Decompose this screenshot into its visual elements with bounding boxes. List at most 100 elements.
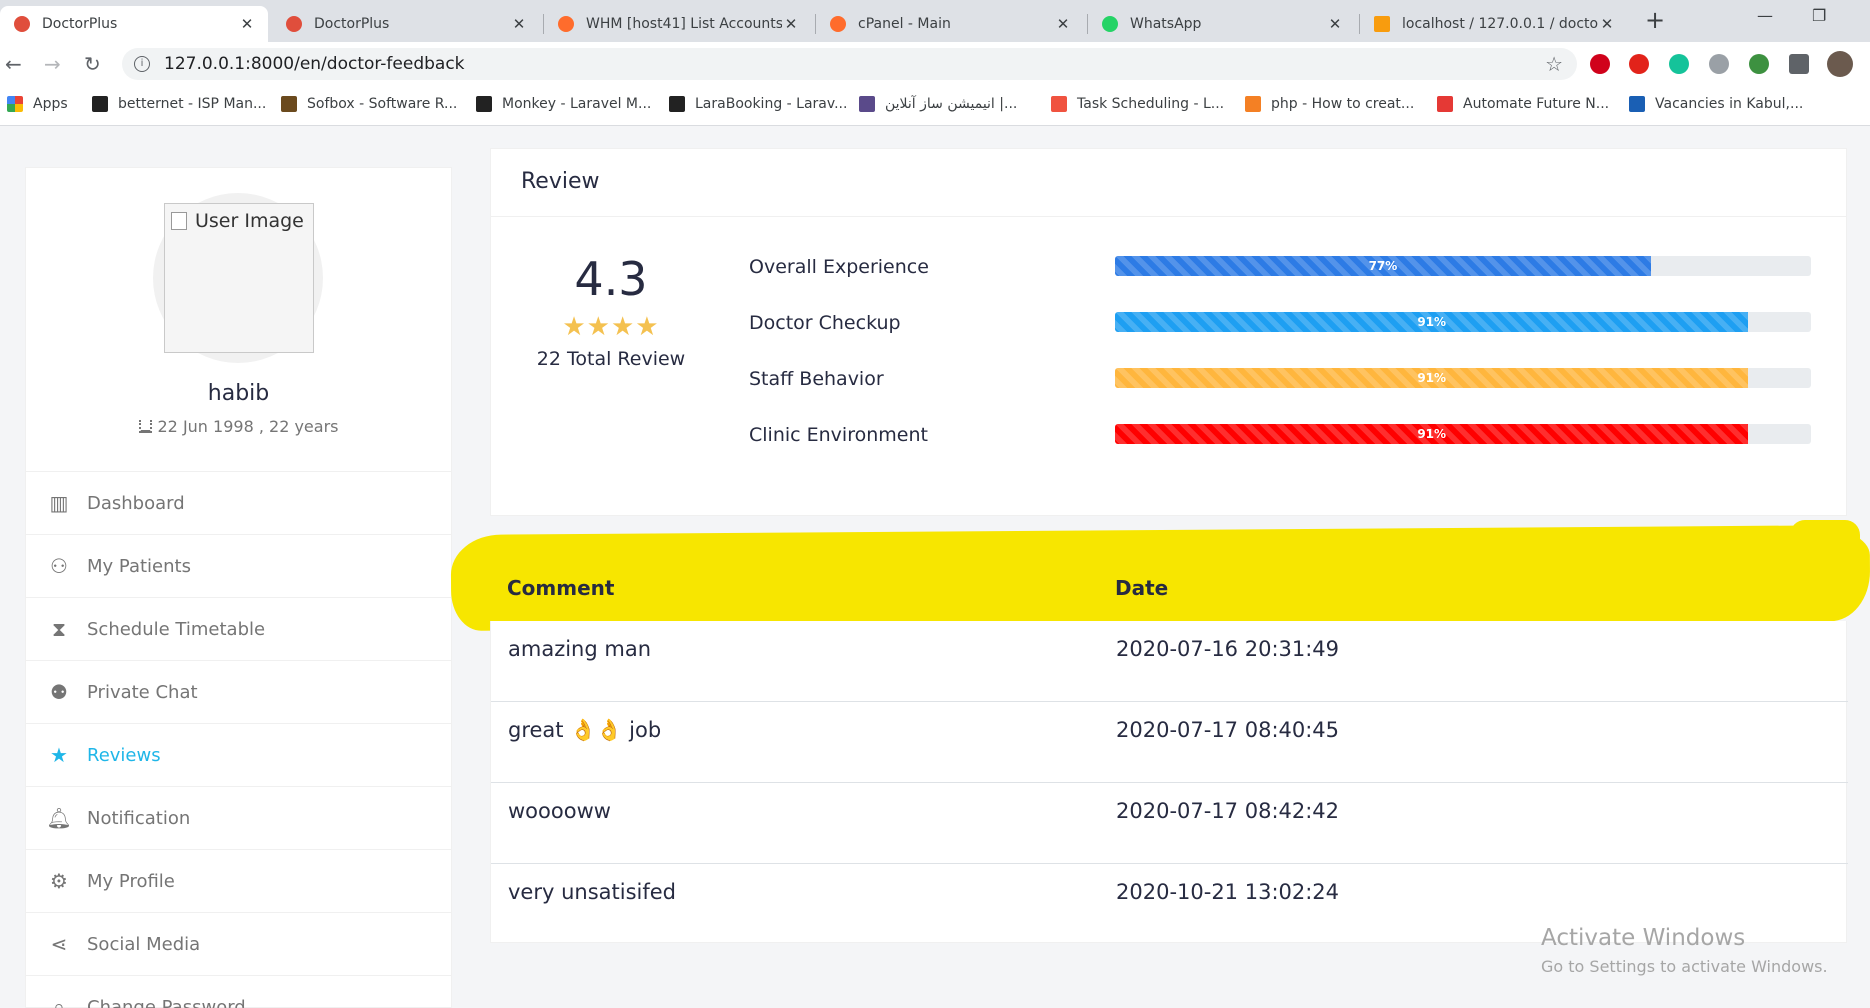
close-tab-icon[interactable]: ✕ <box>1326 15 1344 33</box>
close-tab-icon[interactable]: ✕ <box>510 15 528 33</box>
comment-cell: amazing man <box>508 637 652 661</box>
browser-tab-bar: DoctorPlus ✕ DoctorPlus ✕ WHM [host41] L… <box>0 0 1870 42</box>
close-tab-icon[interactable]: ✕ <box>238 15 256 33</box>
metric-label: Doctor Checkup <box>749 312 901 334</box>
bookmark-label: Monkey - Laravel M... <box>502 96 652 112</box>
bookmark-php-how-to[interactable]: php - How to creat... <box>1245 96 1414 112</box>
table-row: great 👌👌 job 2020-07-17 08:40:45 <box>491 702 1848 783</box>
overall-rating: 4.3 ★★★★ 22 Total Review <box>521 254 701 370</box>
comments-table-body: amazing man 2020-07-16 20:31:49 great 👌👌… <box>490 621 1848 943</box>
profile-name: habib <box>207 381 270 406</box>
browser-tab-whatsapp[interactable]: WhatsApp ✕ <box>1088 6 1356 42</box>
dashboard-sidebar: User Image habib 22 Jun 1998 , 22 years … <box>25 167 452 1008</box>
tab-title: WHM [host41] List Accounts <box>586 16 782 32</box>
browser-tab-whm[interactable]: WHM [host41] List Accounts ✕ <box>544 6 812 42</box>
date-cell: 2020-07-16 20:31:49 <box>1116 637 1340 661</box>
minimize-window-icon[interactable]: — <box>1757 6 1773 25</box>
bookmark-favicon-icon <box>669 96 685 112</box>
close-tab-icon[interactable]: ✕ <box>782 15 800 33</box>
avatar[interactable] <box>1827 51 1853 77</box>
whatsapp-favicon-icon <box>1102 16 1118 32</box>
review-summary-card: Review 4.3 ★★★★ 22 Total Review Overall … <box>490 148 1847 516</box>
globe-icon[interactable] <box>1749 54 1769 74</box>
share-icon: ⋖ <box>50 932 68 956</box>
bookmark-larabooking[interactable]: LaraBooking - Larav... <box>669 96 847 112</box>
sidebar-item-change-password[interactable]: 🔒︎ Change Password <box>26 976 451 1008</box>
bookmark-star-icon[interactable]: ☆ <box>1545 52 1563 76</box>
sidebar-item-dashboard[interactable]: ▥ Dashboard <box>26 472 451 535</box>
sidebar-item-label: My Profile <box>87 870 175 892</box>
progress-track: 91% <box>1115 368 1811 388</box>
close-tab-icon[interactable]: ✕ <box>1054 15 1072 33</box>
url-text[interactable]: 127.0.0.1:8000/en/doctor-feedback <box>164 54 465 74</box>
user-image-alt-text: User Image <box>195 210 304 232</box>
sidebar-item-label: Notification <box>87 807 191 829</box>
bookmark-favicon-icon <box>476 96 492 112</box>
broken-image-icon <box>171 212 187 230</box>
sidebar-item-label: My Patients <box>87 555 191 577</box>
close-tab-icon[interactable]: ✕ <box>1598 15 1616 33</box>
apps-grid-icon <box>7 96 23 112</box>
total-review-count: 22 Total Review <box>536 348 686 370</box>
cloud-icon[interactable] <box>1709 54 1729 74</box>
sidebar-item-label: Schedule Timetable <box>87 618 266 640</box>
metric-label: Overall Experience <box>749 256 929 278</box>
doctorplus-favicon-icon <box>286 16 302 32</box>
column-header-date[interactable]: Date <box>1115 576 1168 600</box>
sidebar-item-social-media[interactable]: ⋖ Social Media <box>26 913 451 976</box>
tab-title: DoctorPlus <box>314 16 390 32</box>
sidebar-item-my-patients[interactable]: ⚇ My Patients <box>26 535 451 598</box>
forward-arrow-icon[interactable]: → <box>44 52 61 76</box>
bookmark-task-scheduling[interactable]: Task Scheduling - L... <box>1051 96 1224 112</box>
grammarly-icon[interactable] <box>1669 54 1689 74</box>
browser-tab-phpmyadmin[interactable]: localhost / 127.0.0.1 / doctor ✕ <box>1360 6 1628 42</box>
lock-icon: 🔒︎ <box>53 995 65 1008</box>
stackoverflow-favicon-icon <box>1245 96 1261 112</box>
bookmark-monkey[interactable]: Monkey - Laravel M... <box>476 96 651 112</box>
sidebar-item-schedule-timetable[interactable]: ⧗ Schedule Timetable <box>26 598 451 661</box>
sidebar-item-reviews[interactable]: ★ Reviews <box>26 724 451 787</box>
bookmark-sofbox[interactable]: Sofbox - Software R... <box>281 96 457 112</box>
bookmark-label: Sofbox - Software R... <box>307 96 458 112</box>
browser-tab-doctorplus-active[interactable]: DoctorPlus ✕ <box>0 6 268 42</box>
url-omnibox[interactable]: i 127.0.0.1:8000/en/doctor-feedback ☆ <box>122 48 1577 80</box>
browser-tab-cpanel[interactable]: cPanel - Main ✕ <box>816 6 1084 42</box>
tab-title: DoctorPlus <box>42 16 118 32</box>
puzzle-icon[interactable] <box>1789 54 1809 74</box>
unjobs-favicon-icon <box>1629 96 1645 112</box>
metric-label: Staff Behavior <box>749 368 884 390</box>
sidebar-item-my-profile[interactable]: ⚙ My Profile <box>26 850 451 913</box>
back-arrow-icon[interactable]: ← <box>5 52 22 76</box>
reload-icon[interactable]: ↻ <box>84 52 101 76</box>
bookmarks-bar: Apps betternet - ISP Man... Sofbox - Sof… <box>0 86 1870 126</box>
bookmark-apps[interactable]: Apps <box>7 96 68 112</box>
bookmark-label: Apps <box>33 96 68 112</box>
abp-icon[interactable] <box>1590 54 1610 74</box>
restore-window-icon[interactable]: ❐ <box>1812 6 1826 25</box>
bookmark-label: Vacancies in Kabul,... <box>1655 96 1804 112</box>
bookmark-favicon-icon <box>859 96 875 112</box>
laravel-favicon-icon <box>1051 96 1067 112</box>
profile-dob: 22 Jun 1998 , 22 years <box>26 417 451 436</box>
bookmark-label: انیمیشن ساز آنلاین |... <box>885 96 1018 112</box>
column-header-comment[interactable]: Comment <box>507 576 614 600</box>
sidebar-item-private-chat[interactable]: ⚉ Private Chat <box>26 661 451 724</box>
date-cell: 2020-07-17 08:42:42 <box>1116 799 1340 823</box>
bookmark-animation[interactable]: انیمیشن ساز آنلاین |... <box>859 96 1017 112</box>
sidebar-item-notification[interactable]: 🔔︎ Notification <box>26 787 451 850</box>
sidebar-item-label: Change Password <box>87 996 246 1008</box>
site-info-icon[interactable]: i <box>134 56 150 72</box>
sidebar-item-label: Private Chat <box>87 681 198 703</box>
progress-bar-doctor-checkup: 91% <box>1115 312 1749 332</box>
bookmark-vacancies[interactable]: Vacancies in Kabul,... <box>1629 96 1803 112</box>
patients-icon: ⚇ <box>50 554 68 578</box>
table-row: wooooww 2020-07-17 08:42:42 <box>491 783 1848 864</box>
profile-widget: User Image habib 22 Jun 1998 , 22 years <box>26 168 451 472</box>
bookmark-label: LaraBooking - Larav... <box>695 96 848 112</box>
new-tab-plus-icon[interactable]: + <box>1645 6 1665 34</box>
browser-tab-doctorplus[interactable]: DoctorPlus ✕ <box>272 6 540 42</box>
birthday-cake-icon <box>138 420 152 433</box>
bookmark-betternet[interactable]: betternet - ISP Man... <box>92 96 266 112</box>
shield-icon[interactable] <box>1629 54 1649 74</box>
bookmark-automate-future[interactable]: Automate Future N... <box>1437 96 1609 112</box>
